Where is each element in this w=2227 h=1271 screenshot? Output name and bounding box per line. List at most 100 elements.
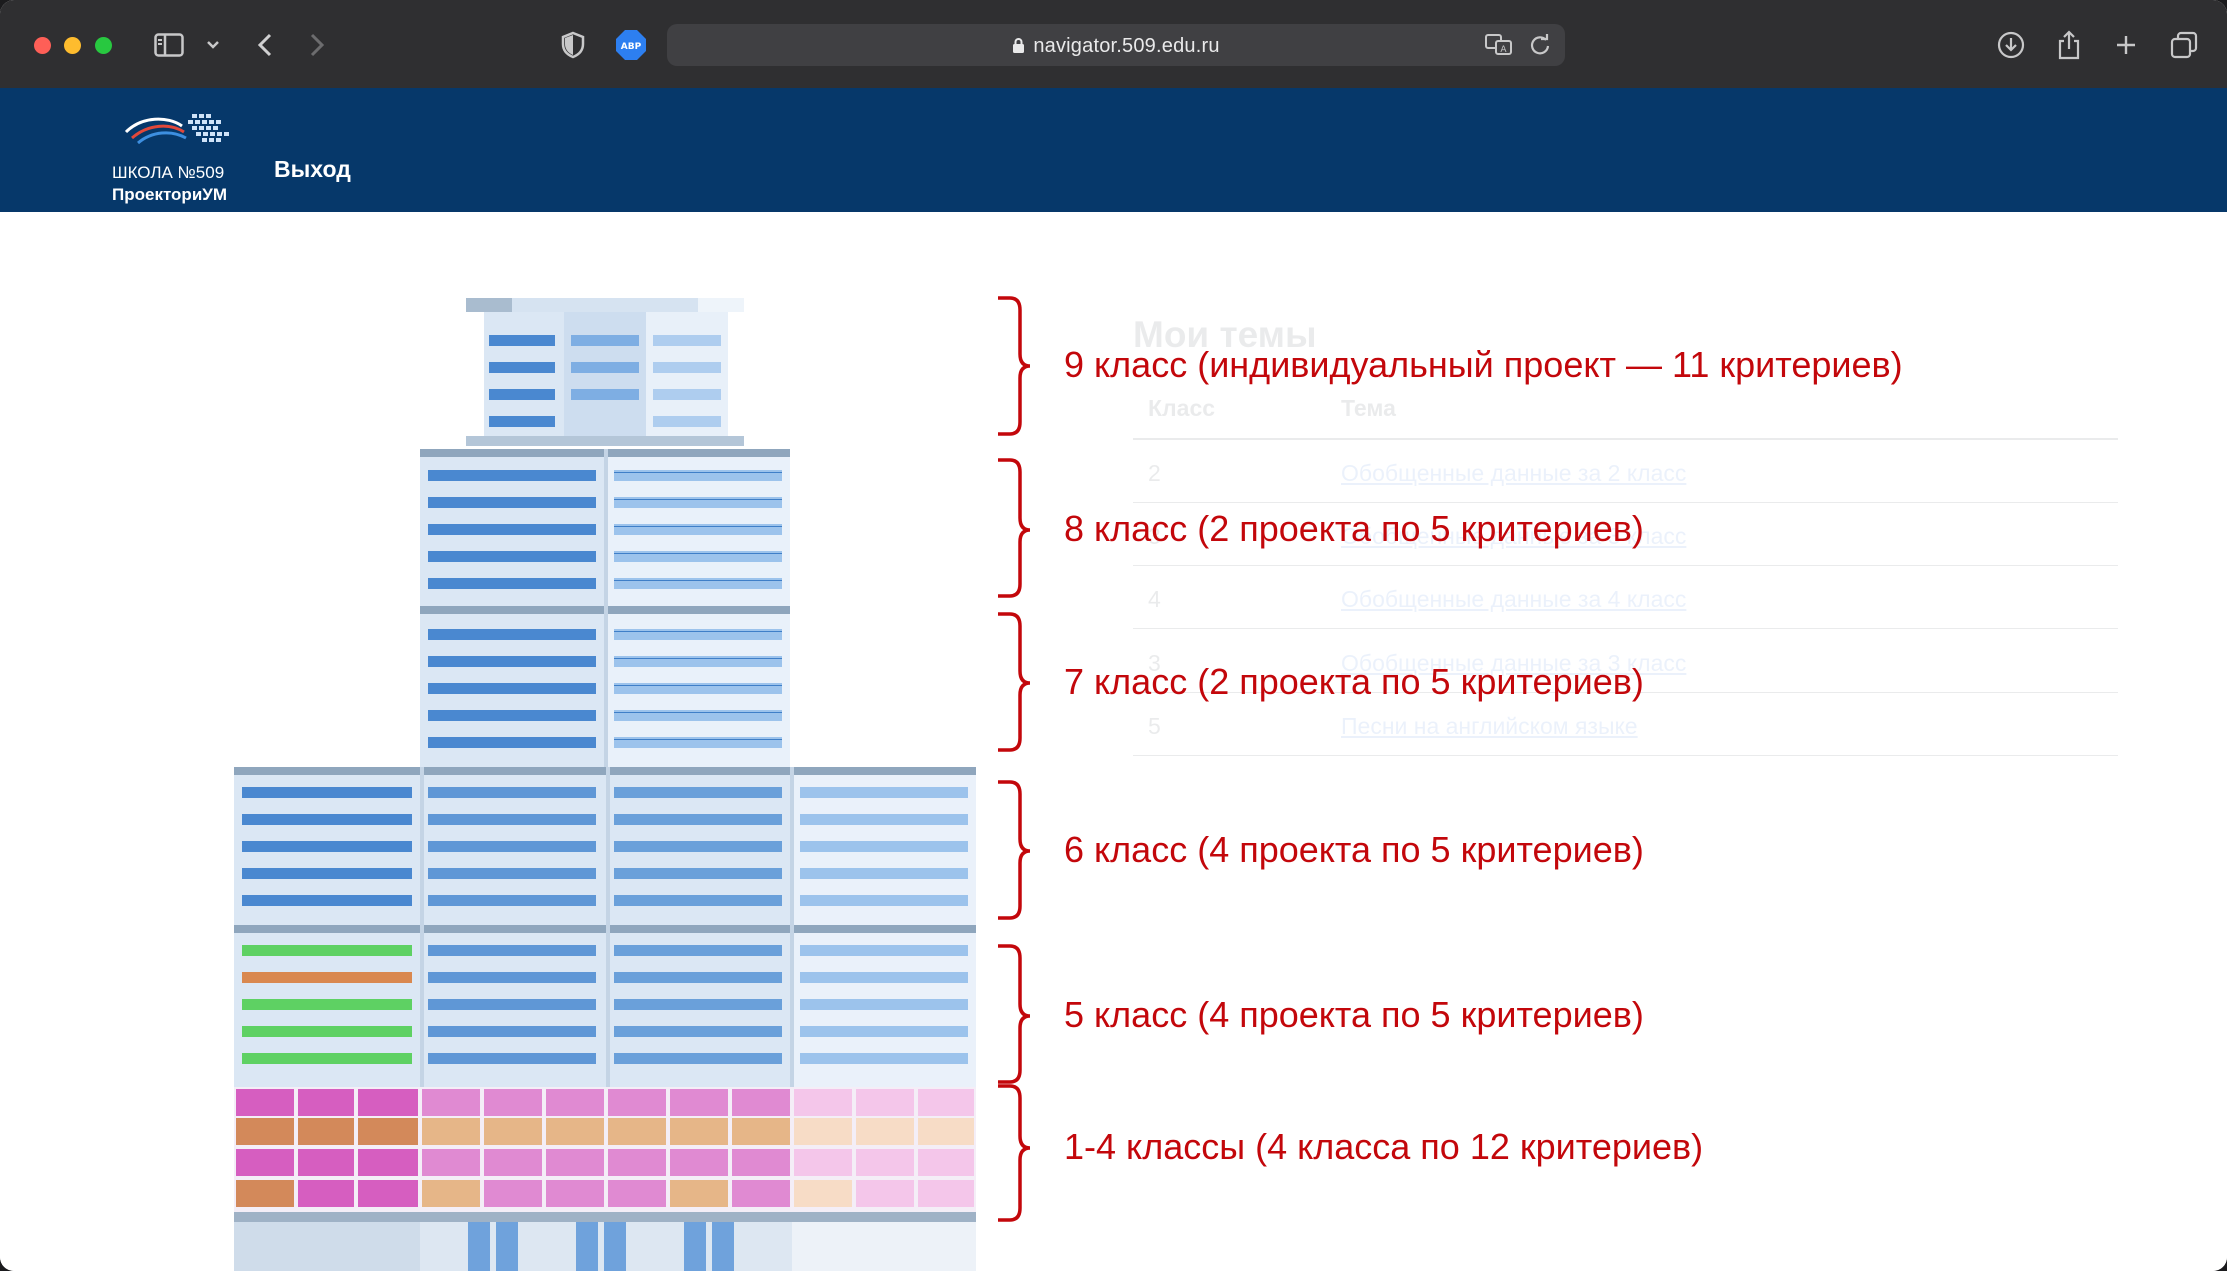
building-window <box>614 737 782 748</box>
primary-window <box>236 1149 294 1176</box>
building-window <box>428 578 596 589</box>
annotation-grade-6: 6 класс (4 проекта по 5 критериев) <box>1064 829 1644 870</box>
primary-window <box>856 1149 914 1176</box>
primary-window <box>918 1089 974 1116</box>
primary-window <box>546 1149 604 1176</box>
building-window <box>242 868 412 879</box>
building-window <box>428 1026 596 1037</box>
building-window-line <box>614 526 782 527</box>
primary-window <box>236 1118 294 1145</box>
primary-window <box>918 1180 974 1207</box>
primary-window <box>794 1118 852 1145</box>
primary-window <box>298 1149 354 1176</box>
building-window <box>428 868 596 879</box>
primary-window <box>484 1089 542 1116</box>
building-window <box>428 972 596 983</box>
primary-window <box>298 1089 354 1116</box>
building-window <box>614 999 782 1010</box>
building-window <box>614 945 782 956</box>
primary-window <box>236 1180 294 1207</box>
primary-window <box>856 1118 914 1145</box>
building-window <box>428 683 596 694</box>
annotation-braces <box>998 296 1031 1222</box>
building-window <box>428 524 596 535</box>
building-window <box>242 841 412 852</box>
building-window <box>614 656 782 667</box>
primary-window <box>732 1149 790 1176</box>
primary-window <box>358 1118 418 1145</box>
primary-window <box>484 1149 542 1176</box>
building-window-line <box>614 658 782 659</box>
building-window <box>242 1026 412 1037</box>
building-window <box>800 945 968 956</box>
building-window <box>800 814 968 825</box>
building-window <box>614 1053 782 1064</box>
building-window-line <box>614 685 782 686</box>
building-window <box>614 524 782 535</box>
building-window <box>800 895 968 906</box>
building-window-line <box>614 499 782 500</box>
primary-window <box>670 1089 728 1116</box>
building-window <box>428 710 596 721</box>
building-window <box>614 551 782 562</box>
building-window <box>242 1053 412 1064</box>
building-window <box>428 945 596 956</box>
primary-window <box>546 1118 604 1145</box>
annotation-grade-5: 5 класс (4 проекта по 5 критериев) <box>1064 994 1644 1035</box>
browser-window: ABP navigator.509.edu.ru A ШКОЛА №509 Пр… <box>0 0 2227 1271</box>
primary-window <box>670 1118 728 1145</box>
building-window <box>428 814 596 825</box>
building-window <box>614 470 782 481</box>
building-window <box>242 945 412 956</box>
primary-window <box>732 1118 790 1145</box>
building-window <box>242 814 412 825</box>
building-window-line <box>614 712 782 713</box>
primary-window <box>298 1180 354 1207</box>
primary-window <box>422 1180 480 1207</box>
primary-window <box>794 1149 852 1176</box>
building-window <box>614 895 782 906</box>
building-window <box>428 551 596 562</box>
primary-window <box>358 1149 418 1176</box>
primary-window <box>298 1118 354 1145</box>
primary-window <box>236 1089 294 1116</box>
building-window <box>614 814 782 825</box>
primary-window <box>670 1149 728 1176</box>
building-window <box>800 999 968 1010</box>
building-window-line <box>614 739 782 740</box>
annotation-grade-9: 9 класс (индивидуальный проект — 11 крит… <box>1064 344 1903 385</box>
primary-window <box>732 1180 790 1207</box>
primary-window <box>546 1180 604 1207</box>
annotation-grade-7: 7 класс (2 проекта по 5 критериев) <box>1064 661 1644 702</box>
building-window <box>614 868 782 879</box>
primary-window <box>794 1089 852 1116</box>
primary-window <box>856 1089 914 1116</box>
building-window <box>242 972 412 983</box>
building-window <box>614 787 782 798</box>
building-tier-9 <box>466 298 744 446</box>
annotation-grade-8: 8 класс (2 проекта по 5 критериев) <box>1064 508 1644 549</box>
building-window <box>614 841 782 852</box>
building-window <box>428 497 596 508</box>
building-window <box>428 999 596 1010</box>
building-window-line <box>614 631 782 632</box>
building-window <box>428 470 596 481</box>
building-window <box>428 629 596 640</box>
building-window <box>242 999 412 1010</box>
building-window <box>428 656 596 667</box>
primary-window <box>794 1180 852 1207</box>
primary-window <box>358 1180 418 1207</box>
primary-window <box>484 1118 542 1145</box>
building-window-line <box>614 580 782 581</box>
building-window <box>800 1053 968 1064</box>
primary-window <box>422 1118 480 1145</box>
primary-window <box>918 1149 974 1176</box>
building-window <box>800 841 968 852</box>
primary-window <box>856 1180 914 1207</box>
building-window <box>242 895 412 906</box>
building-window <box>614 683 782 694</box>
building-window <box>242 787 412 798</box>
building-window <box>800 972 968 983</box>
building-window <box>614 578 782 589</box>
primary-window <box>670 1180 728 1207</box>
